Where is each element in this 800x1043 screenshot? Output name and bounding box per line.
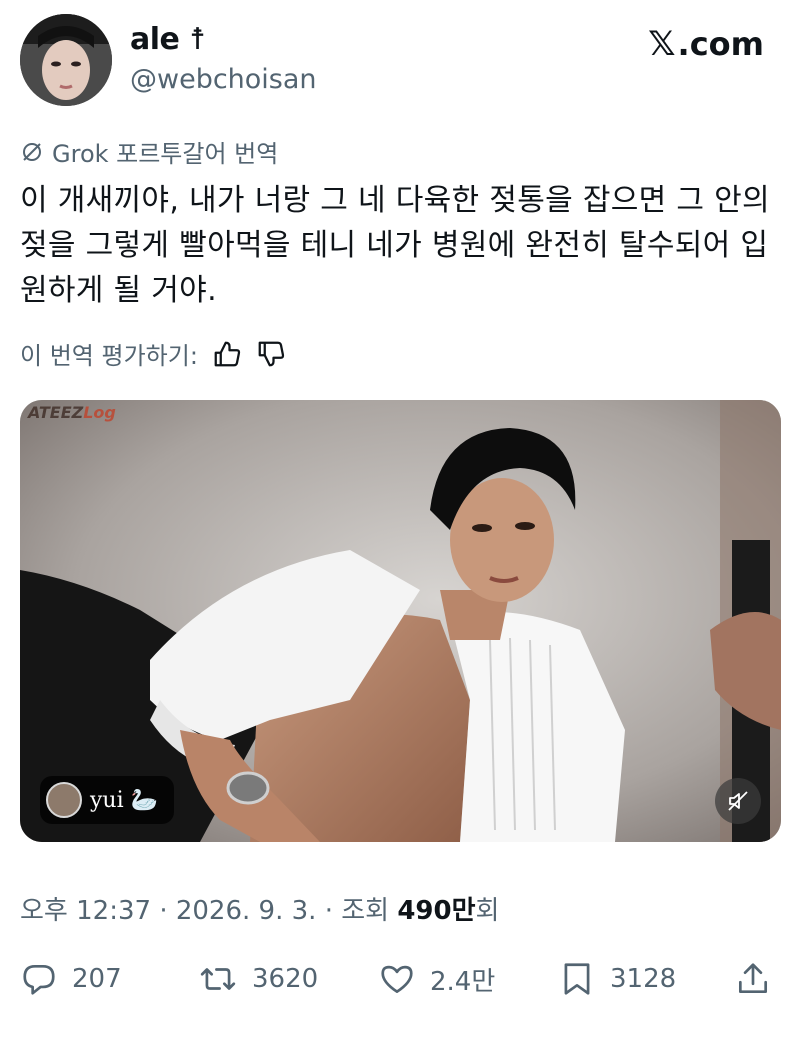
bookmark-button[interactable]: 3128 <box>558 954 676 1004</box>
views-count: 490만 <box>397 896 476 926</box>
rate-translation: 이 번역 평가하기: <box>20 336 286 371</box>
like-count: 2.4만 <box>430 966 496 997</box>
mute-button[interactable] <box>715 778 761 824</box>
heart-icon <box>381 965 413 994</box>
tweet-meta: 오후 12:37 · 2026. 9. 3. · 조회 490만회 <box>20 890 499 927</box>
action-bar: 207 3620 2.4만 3128 <box>20 954 780 1004</box>
meta-separator: · <box>324 896 342 926</box>
thumbs-up-icon[interactable] <box>212 339 242 369</box>
credit-name: yui 🦢 <box>90 787 159 813</box>
thumbs-down-icon[interactable] <box>256 339 286 369</box>
share-button[interactable] <box>734 954 772 1004</box>
bookmark-count: 3128 <box>610 964 677 994</box>
views-suffix: 회 <box>475 896 500 926</box>
translation-label: Grok 포르투갈어 번역 <box>52 140 279 168</box>
bookmark-icon <box>564 963 590 995</box>
credit-avatar <box>46 782 82 818</box>
meta-separator: · <box>159 896 176 926</box>
reply-count: 207 <box>72 964 122 994</box>
repost-count: 3620 <box>252 964 319 994</box>
tweet-date[interactable]: 2026. 9. 3. <box>176 896 317 926</box>
avatar-image <box>20 14 112 106</box>
reply-icon <box>23 964 55 995</box>
media-watermark: ATEEZLog <box>28 403 116 422</box>
like-button[interactable]: 2.4만 <box>378 954 495 1004</box>
brand-domain: .com <box>677 25 764 63</box>
tweet-text: 이 개새끼야, 내가 너랑 그 네 다육한 젖통을 잡으면 그 안의 젖을 그렇… <box>20 183 770 308</box>
grok-icon <box>23 142 41 161</box>
share-icon <box>738 963 768 994</box>
repost-icon <box>200 968 236 990</box>
speaker-muted-icon <box>728 791 748 811</box>
rate-label: 이 번역 평가하기: <box>20 342 198 370</box>
views-label: 조회 <box>341 896 390 926</box>
translation-source: Grok 포르투갈어 번역 <box>20 134 278 169</box>
avatar[interactable] <box>20 14 112 106</box>
watermark-suffix: Log <box>83 403 116 422</box>
reply-button[interactable]: 207 <box>20 954 122 1004</box>
watermark-prefix: ATEEZ <box>28 403 84 422</box>
display-name[interactable]: ale ☨ <box>130 22 206 57</box>
tweet-time[interactable]: 오후 12:37 <box>20 896 151 926</box>
media-video[interactable]: ATEEZLog yui 🦢 <box>20 400 781 842</box>
x-brand: 𝕏 .com <box>648 24 764 64</box>
repost-button[interactable]: 3620 <box>198 954 318 1004</box>
x-logo-icon: 𝕏 <box>648 24 676 64</box>
handle[interactable]: @webchoisan <box>130 64 317 95</box>
media-credit-badge[interactable]: yui 🦢 <box>40 776 175 824</box>
